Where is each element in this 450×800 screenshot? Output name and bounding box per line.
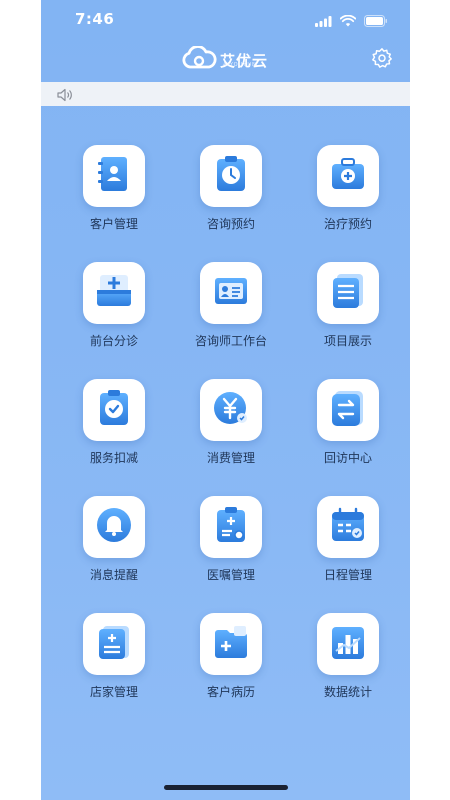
feature-tile[interactable]: 前台分诊 xyxy=(61,257,171,357)
wifi-icon xyxy=(339,12,357,31)
feature-icon-box xyxy=(317,262,379,324)
feature-label: 数据统计 xyxy=(323,685,372,699)
feature-tile[interactable]: 消息提醒 xyxy=(61,491,171,591)
feature-tile[interactable]: 客户管理 xyxy=(61,140,171,240)
feature-icon-box xyxy=(317,613,379,675)
feature-tile[interactable]: 日程管理 xyxy=(295,491,405,591)
feature-icon-box xyxy=(200,145,262,207)
speaker-icon xyxy=(57,87,73,106)
feature-tile[interactable]: 客户病历 xyxy=(178,608,288,708)
feature-tile[interactable]: 治疗预约 xyxy=(295,140,405,240)
feature-label: 店家管理 xyxy=(89,685,138,699)
feature-icon-box xyxy=(83,496,145,558)
feature-tile[interactable]: 咨询师工作台 xyxy=(178,257,288,357)
feature-tile[interactable]: 回访中心 xyxy=(295,374,405,474)
feature-label: 前台分诊 xyxy=(89,334,138,348)
feature-icon-box xyxy=(83,145,145,207)
feature-tile[interactable]: 数据统计 xyxy=(295,608,405,708)
consultant-id-card-icon xyxy=(210,270,252,316)
feature-tile[interactable]: 店家管理 xyxy=(61,608,171,708)
home-indicator xyxy=(164,785,288,790)
feature-tile[interactable]: 消费管理 xyxy=(178,374,288,474)
feature-icon-box xyxy=(83,262,145,324)
medical-kit-icon xyxy=(327,153,369,199)
feature-label: 消息提醒 xyxy=(89,568,138,582)
calendar-icon xyxy=(327,504,369,550)
clock-clipboard-icon xyxy=(210,153,252,199)
feature-icon-box xyxy=(83,379,145,441)
feature-icon-box xyxy=(317,145,379,207)
feature-label: 咨询预约 xyxy=(206,217,255,231)
feature-tile[interactable]: 医嘱管理 xyxy=(178,491,288,591)
feature-label: 日程管理 xyxy=(323,568,372,582)
yen-coin-icon xyxy=(210,387,252,433)
nav-bar: 艾优云 AIYOUYUN xyxy=(41,40,410,80)
feature-label: 客户病历 xyxy=(206,685,255,699)
status-time: 7:46 xyxy=(75,10,115,28)
feature-label: 咨询师工作台 xyxy=(194,334,267,348)
feature-label: 治疗预约 xyxy=(323,217,372,231)
feature-label: 消费管理 xyxy=(206,451,255,465)
document-list-icon xyxy=(327,270,369,316)
feature-label: 医嘱管理 xyxy=(206,568,255,582)
front-desk-triage-icon xyxy=(93,270,135,316)
prescription-icon xyxy=(210,504,252,550)
app-screen: 7:46 艾优云 AIYOUYUN 客户管理 咨询预约 治疗预约 前台分诊 咨询… xyxy=(41,0,410,800)
status-icons xyxy=(315,12,388,31)
feature-icon-box xyxy=(200,262,262,324)
feature-icon-box xyxy=(200,379,262,441)
store-document-icon xyxy=(93,621,135,667)
battery-icon xyxy=(364,12,388,31)
app-subtitle: AIYOUYUN xyxy=(223,62,257,68)
cloud-logo-icon xyxy=(181,45,217,74)
status-bar: 7:46 xyxy=(41,0,410,40)
signal-icon xyxy=(315,12,332,31)
feature-icon-box xyxy=(83,613,145,675)
feature-icon-box xyxy=(200,613,262,675)
feature-icon-box xyxy=(317,496,379,558)
settings-button[interactable] xyxy=(370,48,394,72)
feature-icon-box xyxy=(200,496,262,558)
contacts-book-icon xyxy=(93,153,135,199)
feature-label: 项目展示 xyxy=(323,334,372,348)
feature-tile[interactable]: 服务扣减 xyxy=(61,374,171,474)
app-logo: 艾优云 xyxy=(181,45,268,74)
feature-icon-box xyxy=(317,379,379,441)
bar-chart-icon xyxy=(327,621,369,667)
feature-label: 客户管理 xyxy=(89,217,138,231)
exchange-arrows-icon xyxy=(327,387,369,433)
check-clipboard-icon xyxy=(93,387,135,433)
notice-bar[interactable] xyxy=(41,82,410,106)
feature-label: 回访中心 xyxy=(323,451,372,465)
feature-tile[interactable]: 咨询预约 xyxy=(178,140,288,240)
medical-folder-icon xyxy=(210,621,252,667)
feature-tile[interactable]: 项目展示 xyxy=(295,257,405,357)
bell-icon xyxy=(93,504,135,550)
feature-label: 服务扣减 xyxy=(89,451,138,465)
gear-icon xyxy=(371,47,393,73)
